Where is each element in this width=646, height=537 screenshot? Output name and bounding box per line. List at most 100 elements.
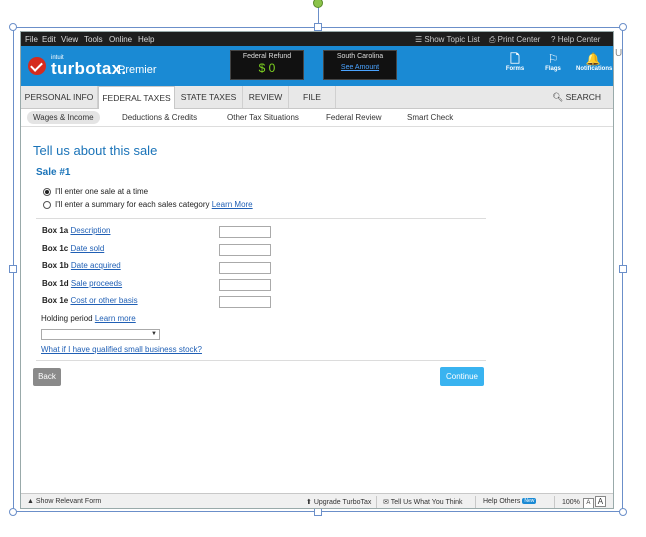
- panel-toggle-icon: ▲: [27, 498, 34, 505]
- state-label: South Carolina: [336, 53, 384, 60]
- see-amount-link[interactable]: See Amount: [324, 64, 396, 71]
- resize-handle-top[interactable]: [314, 23, 322, 31]
- form-bottom-divider: [36, 360, 486, 361]
- flags-button[interactable]: ⚐ Flags: [536, 52, 570, 72]
- list-icon: ☰: [415, 35, 423, 44]
- font-increase-button[interactable]: A: [594, 496, 606, 507]
- cost-basis-input[interactable]: [219, 296, 271, 308]
- rotation-handle[interactable]: [313, 0, 323, 8]
- back-button[interactable]: Back: [33, 368, 61, 386]
- federal-refund-meter: Federal Refund $ 0: [230, 50, 304, 80]
- menu-file[interactable]: File: [25, 35, 38, 44]
- background-text: U: [615, 48, 623, 59]
- radio-unselected[interactable]: [43, 200, 51, 209]
- menu-help[interactable]: Help: [138, 35, 154, 44]
- subtab-federal-review[interactable]: Federal Review: [320, 111, 388, 124]
- secondary-nav: Wages & Income Deductions & Credits Othe…: [21, 109, 613, 127]
- box-1b-row: Box 1b Date acquired: [42, 261, 121, 270]
- radio-selected[interactable]: [43, 187, 51, 196]
- resize-handle-top-left[interactable]: [9, 23, 17, 31]
- menu-edit[interactable]: Edit: [42, 35, 56, 44]
- resize-handle-bottom-right[interactable]: [619, 508, 627, 516]
- menu-bar: File Edit View Tools Online Help ☰ Show …: [21, 32, 613, 46]
- resize-handle-bottom[interactable]: [314, 508, 322, 516]
- date-acquired-input[interactable]: [219, 262, 271, 274]
- tab-review[interactable]: REVIEW: [243, 86, 289, 108]
- description-link[interactable]: Description: [70, 226, 110, 235]
- menu-tools[interactable]: Tools: [84, 35, 103, 44]
- status-divider: [376, 496, 377, 508]
- resize-handle-right[interactable]: [619, 265, 627, 273]
- tab-personal-info[interactable]: PERSONAL INFO: [21, 86, 98, 108]
- resize-handle-bottom-left[interactable]: [9, 508, 17, 516]
- help-icon: ?: [551, 35, 556, 44]
- new-badge: New: [522, 498, 537, 505]
- bell-icon: 🔔: [585, 52, 601, 66]
- sale-proceeds-input[interactable]: [219, 279, 271, 291]
- subtab-wages-income[interactable]: Wages & Income: [27, 111, 100, 124]
- show-topic-list-button[interactable]: ☰ Show Topic List: [415, 35, 480, 44]
- forms-icon: 🗋: [510, 52, 520, 66]
- help-center-button[interactable]: ? Help Center: [551, 35, 600, 44]
- description-input[interactable]: [219, 226, 271, 238]
- show-relevant-form-button[interactable]: ▲ Show Relevant Form: [27, 498, 101, 505]
- font-decrease-button[interactable]: A: [582, 498, 594, 508]
- printer-icon: ⎙: [489, 35, 496, 44]
- qsbs-link[interactable]: What if I have qualified small business …: [41, 345, 202, 354]
- tab-file[interactable]: FILE: [289, 86, 336, 108]
- status-bar: ▲ Show Relevant Form ⬆ Upgrade TurboTax …: [21, 493, 613, 508]
- box-1a-row: Box 1a Description: [42, 226, 111, 235]
- resize-handle-left[interactable]: [9, 265, 17, 273]
- federal-refund-label: Federal Refund: [242, 53, 292, 60]
- flag-icon: ⚐: [547, 52, 559, 66]
- print-center-button[interactable]: ⎙ Print Center: [489, 35, 540, 45]
- sale-proceeds-link[interactable]: Sale proceeds: [71, 279, 122, 288]
- cost-basis-link[interactable]: Cost or other basis: [70, 296, 137, 305]
- primary-nav: PERSONAL INFO FEDERAL TAXES STATE TAXES …: [21, 86, 613, 109]
- turbotax-check-logo: [28, 57, 46, 75]
- subtab-other-tax-situations[interactable]: Other Tax Situations: [221, 111, 305, 124]
- notifications-button[interactable]: 🔔 Notifications: [576, 52, 612, 72]
- learn-more-link[interactable]: Learn More: [212, 200, 253, 209]
- qsbs-row: What if I have qualified small business …: [41, 345, 202, 354]
- box-1e-row: Box 1e Cost or other basis: [42, 296, 138, 305]
- subtab-deductions-credits[interactable]: Deductions & Credits: [116, 111, 203, 124]
- holding-period-learn-more-link[interactable]: Learn more: [95, 314, 136, 323]
- zoom-controls: 100% AA: [562, 496, 606, 508]
- federal-refund-amount: $ 0: [258, 61, 276, 75]
- option-one-sale[interactable]: I'll enter one sale at a time: [43, 187, 148, 196]
- holding-period-row: Holding period Learn more: [41, 314, 136, 323]
- tab-state-taxes[interactable]: STATE TAXES: [175, 86, 243, 108]
- search-icon: 🔍︎: [552, 92, 564, 102]
- menu-online[interactable]: Online: [109, 35, 132, 44]
- holding-period-select[interactable]: ▼: [41, 329, 160, 340]
- option-summary[interactable]: I'll enter a summary for each sales cate…: [43, 200, 253, 209]
- box-1c-row: Box 1c Date sold: [42, 244, 105, 253]
- menu-view[interactable]: View: [61, 35, 78, 44]
- status-divider: [475, 496, 476, 508]
- feedback-button[interactable]: ✉ Tell Us What You Think: [383, 498, 463, 506]
- upgrade-arrow-icon: ⬆: [306, 499, 312, 506]
- search-button[interactable]: 🔍︎ SEARCH: [552, 92, 601, 103]
- date-sold-input[interactable]: [219, 244, 271, 256]
- help-others-button[interactable]: Help Others New: [483, 498, 537, 505]
- sale-heading: Sale #1: [36, 167, 71, 178]
- date-sold-link[interactable]: Date sold: [70, 244, 104, 253]
- section-divider: [36, 218, 486, 219]
- envelope-icon: ✉: [383, 499, 389, 506]
- chevron-down-icon: ▼: [151, 331, 157, 337]
- box-1d-row: Box 1d Sale proceeds: [42, 279, 123, 288]
- continue-button[interactable]: Continue: [440, 367, 484, 386]
- turbotax-window: File Edit View Tools Online Help ☰ Show …: [20, 31, 614, 509]
- state-refund-meter: South Carolina See Amount: [323, 50, 397, 80]
- forms-button[interactable]: 🗋 Forms: [498, 52, 532, 72]
- tab-federal-taxes[interactable]: FEDERAL TAXES: [98, 86, 175, 109]
- brand-name: turbotax.: [51, 59, 127, 78]
- upgrade-button[interactable]: ⬆ Upgrade TurboTax: [306, 498, 371, 506]
- resize-handle-top-right[interactable]: [619, 23, 627, 31]
- subtab-smart-check[interactable]: Smart Check: [401, 111, 459, 124]
- status-divider: [554, 496, 555, 508]
- date-acquired-link[interactable]: Date acquired: [71, 261, 121, 270]
- app-header: intuit turbotax. Premier Federal Refund …: [21, 46, 613, 86]
- zoom-level: 100%: [562, 499, 580, 506]
